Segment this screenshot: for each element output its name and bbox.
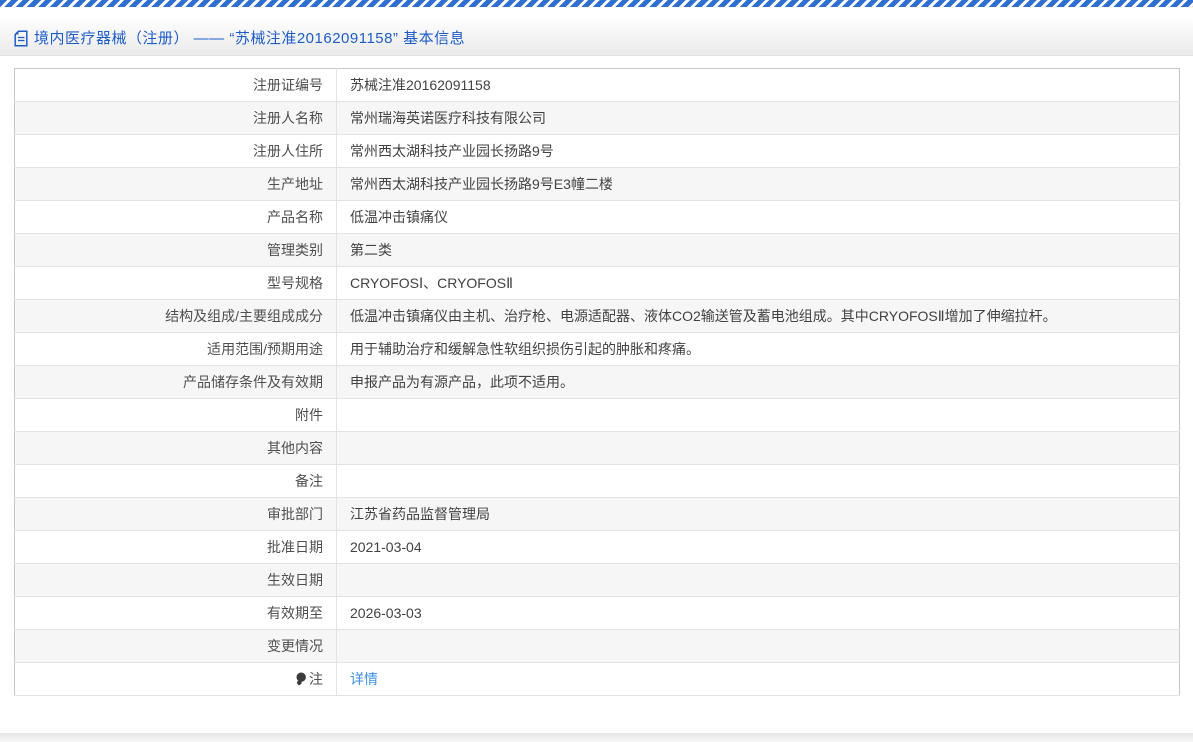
row-value: 用于辅助治疗和缓解急性软组织损伤引起的肿胀和疼痛。 xyxy=(336,332,1180,366)
row-label: 审批部门 xyxy=(14,497,337,531)
table-row: 产品储存条件及有效期 申报产品为有源产品，此项不适用。 xyxy=(14,365,1180,399)
row-label: 生产地址 xyxy=(14,167,337,201)
detail-link[interactable]: 详情 xyxy=(350,671,378,687)
table-row: 附件 xyxy=(14,398,1180,432)
row-label: 附件 xyxy=(14,398,337,432)
top-stripe-bar xyxy=(0,0,1193,7)
table-row: 结构及组成/主要组成成分 低温冲击镇痛仪由主机、治疗枪、电源适配器、液体CO2输… xyxy=(14,299,1180,333)
row-value xyxy=(336,398,1180,432)
table-row: 有效期至 2026-03-03 xyxy=(14,596,1180,630)
table-row: 变更情况 xyxy=(14,629,1180,663)
table-row: 适用范围/预期用途 用于辅助治疗和缓解急性软组织损伤引起的肿胀和疼痛。 xyxy=(14,332,1180,366)
table-row: 审批部门 江苏省药品监督管理局 xyxy=(14,497,1180,531)
row-label: 型号规格 xyxy=(14,266,337,300)
info-table: 注册证编号 苏械注准20162091158 注册人名称 常州瑞海英诺医疗科技有限… xyxy=(14,68,1180,696)
table-row: 注 详情 xyxy=(14,662,1180,696)
row-label: 产品名称 xyxy=(14,200,337,234)
row-value: 常州西太湖科技产业园长扬路9号 xyxy=(336,134,1180,168)
bulb-icon xyxy=(295,672,307,686)
row-value: 申报产品为有源产品，此项不适用。 xyxy=(336,365,1180,399)
row-label: 备注 xyxy=(14,464,337,498)
row-label: 产品储存条件及有效期 xyxy=(14,365,337,399)
row-label: 注 xyxy=(14,662,337,696)
table-row: 其他内容 xyxy=(14,431,1180,465)
row-label: 注册人住所 xyxy=(14,134,337,168)
row-value: CRYOFOSⅠ、CRYOFOSⅡ xyxy=(336,266,1180,300)
table-row: 生效日期 xyxy=(14,563,1180,597)
row-label: 注册证编号 xyxy=(14,68,337,102)
row-value: 低温冲击镇痛仪由主机、治疗枪、电源适配器、液体CO2输送管及蓄电池组成。其中CR… xyxy=(336,299,1180,333)
row-value: 江苏省药品监督管理局 xyxy=(336,497,1180,531)
row-value: 2026-03-03 xyxy=(336,596,1180,630)
row-value: 低温冲击镇痛仪 xyxy=(336,200,1180,234)
page-header: 境内医疗器械（注册） —— “苏械注准20162091158” 基本信息 xyxy=(0,20,1193,56)
row-value: 第二类 xyxy=(336,233,1180,267)
table-row: 管理类别 第二类 xyxy=(14,233,1180,267)
row-value: 常州瑞海英诺医疗科技有限公司 xyxy=(336,101,1180,135)
row-label: 有效期至 xyxy=(14,596,337,630)
row-label: 生效日期 xyxy=(14,563,337,597)
row-value xyxy=(336,464,1180,498)
row-label: 适用范围/预期用途 xyxy=(14,332,337,366)
row-label: 管理类别 xyxy=(14,233,337,267)
row-value: 详情 xyxy=(336,662,1180,696)
page-title: 境内医疗器械（注册） —— “苏械注准20162091158” 基本信息 xyxy=(34,30,466,47)
bottom-band xyxy=(0,733,1193,742)
row-label: 注册人名称 xyxy=(14,101,337,135)
row-value xyxy=(336,629,1180,663)
document-icon xyxy=(14,30,28,47)
row-label: 批准日期 xyxy=(14,530,337,564)
table-row: 产品名称 低温冲击镇痛仪 xyxy=(14,200,1180,234)
table-row: 型号规格 CRYOFOSⅠ、CRYOFOSⅡ xyxy=(14,266,1180,300)
table-row: 注册人名称 常州瑞海英诺医疗科技有限公司 xyxy=(14,101,1180,135)
row-label: 其他内容 xyxy=(14,431,337,465)
table-row: 注册证编号 苏械注准20162091158 xyxy=(14,68,1180,102)
row-value xyxy=(336,563,1180,597)
row-label: 变更情况 xyxy=(14,629,337,663)
table-row: 生产地址 常州西太湖科技产业园长扬路9号E3幢二楼 xyxy=(14,167,1180,201)
table-row: 批准日期 2021-03-04 xyxy=(14,530,1180,564)
row-value: 苏械注准20162091158 xyxy=(336,68,1180,102)
row-value: 2021-03-04 xyxy=(336,530,1180,564)
row-value: 常州西太湖科技产业园长扬路9号E3幢二楼 xyxy=(336,167,1180,201)
row-label: 结构及组成/主要组成成分 xyxy=(14,299,337,333)
info-table-body: 注册证编号 苏械注准20162091158 注册人名称 常州瑞海英诺医疗科技有限… xyxy=(14,68,1180,696)
table-row: 注册人住所 常州西太湖科技产业园长扬路9号 xyxy=(14,134,1180,168)
table-row: 备注 xyxy=(14,464,1180,498)
row-value xyxy=(336,431,1180,465)
